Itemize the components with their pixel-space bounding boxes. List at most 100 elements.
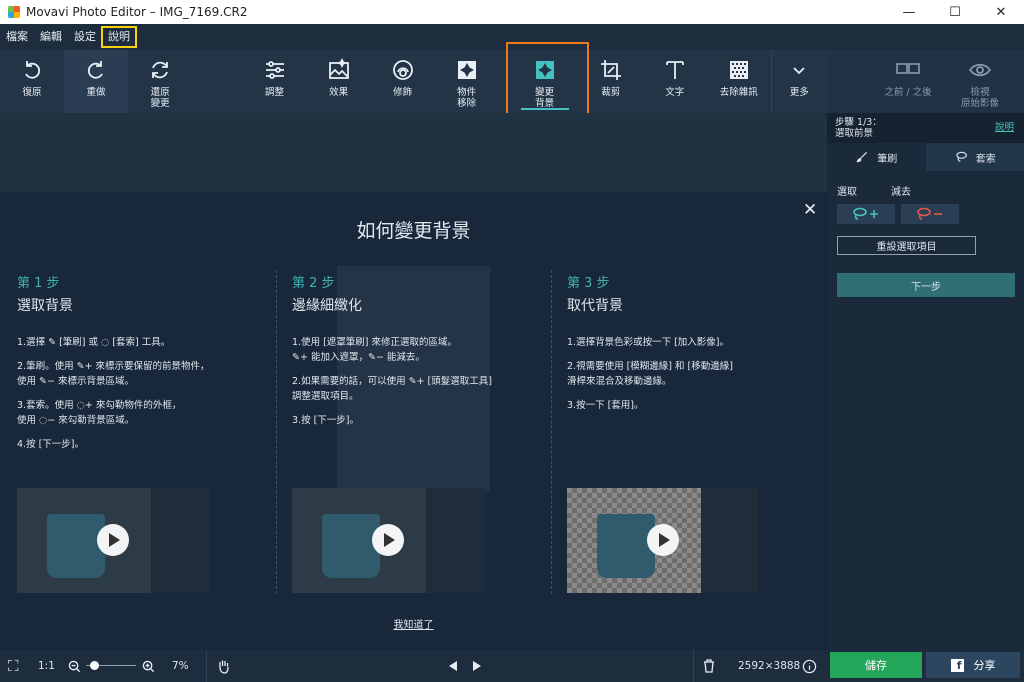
actual-size-button[interactable]: 1:1 bbox=[38, 650, 55, 682]
denoise-label: 去除雜訊 bbox=[719, 87, 758, 98]
noise-icon bbox=[729, 61, 748, 79]
help-link[interactable]: 說明 bbox=[995, 122, 1014, 133]
menu-file[interactable]: 檔案 bbox=[0, 27, 34, 47]
step-3-video-thumbnail[interactable] bbox=[567, 488, 759, 593]
tab-brush[interactable]: 筆刷 bbox=[827, 143, 926, 171]
image-canvas[interactable]: 如何變更背景 ✕ 第 1 步 選取背景 1.選擇 ✎ [筆刷] 或 ◌ [套索]… bbox=[0, 113, 827, 650]
denoise-button[interactable]: 去除雜訊 bbox=[707, 50, 771, 113]
maximize-button[interactable]: ☐ bbox=[932, 0, 978, 24]
step-2-item-2: 2.如果需要的話，可以使用 ✎+ [頭髮選取工具] 調整選取項目。 bbox=[292, 376, 492, 402]
separator bbox=[693, 650, 694, 682]
lasso-add-button[interactable] bbox=[837, 204, 895, 224]
close-howto-button[interactable]: ✕ bbox=[803, 200, 817, 220]
mug-image bbox=[322, 514, 380, 578]
menu-settings[interactable]: 設定 bbox=[68, 27, 102, 47]
mug-image bbox=[597, 514, 655, 578]
before-after-label: 之前 / 之後 bbox=[884, 87, 932, 98]
hand-tool-button[interactable] bbox=[217, 650, 231, 682]
retouch-button[interactable]: 修飾 bbox=[371, 50, 435, 113]
chevron-down-icon bbox=[793, 67, 806, 75]
step-2-number: 第 2 步 bbox=[292, 276, 335, 291]
column-divider bbox=[276, 270, 277, 594]
lasso-icon bbox=[956, 151, 967, 162]
next-image-button[interactable] bbox=[472, 650, 482, 682]
tab-lasso-label: 套索 bbox=[975, 153, 996, 165]
tool-tabs: 筆刷 套索 bbox=[827, 143, 1024, 171]
play-icon[interactable] bbox=[647, 524, 679, 556]
thumbnail-panel bbox=[151, 488, 209, 593]
zoom-slider[interactable] bbox=[86, 650, 136, 682]
crop-label: 裁剪 bbox=[601, 87, 621, 98]
menu-edit[interactable]: 編輯 bbox=[34, 27, 68, 47]
step-2-item-1: 1.使用 [遮罩筆刷] 來修正選取的區域。 ✎+ 能加入遮罩，✎− 能減去。 bbox=[292, 337, 458, 363]
main-toolbar: 復原 重做 還原 變更 調整 效果 修飾 物件 移除 變更 背景 裁剪 文字 去… bbox=[0, 50, 827, 113]
view-original-label: 檢視 原始影像 bbox=[960, 87, 999, 109]
column-divider bbox=[551, 270, 552, 594]
selection-mode-buttons bbox=[827, 198, 1024, 224]
adjust-button[interactable]: 調整 bbox=[243, 50, 307, 113]
thumbnail-panel bbox=[426, 488, 484, 593]
step-1-video-thumbnail[interactable] bbox=[17, 488, 209, 593]
restore-changes-button[interactable]: 還原 變更 bbox=[128, 50, 192, 113]
triangle-left-icon bbox=[449, 661, 457, 671]
redo-icon bbox=[87, 61, 103, 79]
redo-button[interactable]: 重做 bbox=[64, 50, 129, 113]
text-button[interactable]: 文字 bbox=[643, 50, 707, 113]
play-icon[interactable] bbox=[372, 524, 404, 556]
share-label: 分享 bbox=[973, 659, 996, 672]
zoom-slider-handle[interactable] bbox=[90, 661, 100, 670]
share-button[interactable]: f 分享 bbox=[926, 652, 1020, 678]
window-title: Movavi Photo Editor – IMG_7169.CR2 bbox=[26, 5, 248, 19]
zoom-out-button[interactable] bbox=[68, 650, 81, 682]
lasso-subtract-button[interactable] bbox=[901, 204, 959, 224]
play-icon[interactable] bbox=[97, 524, 129, 556]
step-1-item-4: 4.按 [下一步]。 bbox=[17, 439, 84, 450]
save-button[interactable]: 儲存 bbox=[830, 652, 922, 678]
view-controls: 之前 / 之後 檢視 原始影像 bbox=[827, 50, 1024, 113]
fit-screen-button[interactable]: ⛶ bbox=[8, 650, 19, 682]
step-1-item-1: 1.選擇 ✎ [筆刷] 或 ◌ [套索] 工具。 bbox=[17, 337, 171, 348]
eye-icon bbox=[968, 63, 992, 77]
image-info-button[interactable] bbox=[802, 650, 817, 682]
howto-overlay: 如何變更背景 ✕ 第 1 步 選取背景 1.選擇 ✎ [筆刷] 或 ◌ [套索]… bbox=[0, 192, 827, 650]
step-1-title: 選取背景 bbox=[17, 298, 73, 314]
refresh-icon bbox=[152, 61, 168, 79]
next-step-button[interactable]: 下一步 bbox=[837, 273, 1015, 297]
effects-button[interactable]: 效果 bbox=[307, 50, 371, 113]
previous-image-button[interactable] bbox=[448, 650, 458, 682]
text-icon bbox=[665, 61, 684, 79]
retouch-label: 修飾 bbox=[393, 87, 413, 98]
before-after-button[interactable]: 之前 / 之後 bbox=[876, 50, 940, 113]
zoom-in-button[interactable] bbox=[142, 650, 155, 682]
undo-icon bbox=[25, 61, 41, 79]
close-window-button[interactable]: ✕ bbox=[978, 0, 1024, 24]
app-logo-icon bbox=[8, 6, 20, 18]
step-1-column: 第 1 步 選取背景 1.選擇 ✎ [筆刷] 或 ◌ [套索] 工具。 2.筆刷… bbox=[17, 272, 267, 461]
howto-title: 如何變更背景 bbox=[356, 220, 471, 242]
mug-image bbox=[47, 514, 105, 578]
step-counter: 步驟 1/3： bbox=[835, 117, 882, 128]
title-bar: Movavi Photo Editor – IMG_7169.CR2 — ☐ ✕ bbox=[0, 0, 1024, 24]
effects-image-icon bbox=[328, 58, 349, 79]
step-1-item-3: 3.套索。使用 ◌+ 來勾勒物件的外框， 使用 ◌− 來勾勒背景區域。 bbox=[17, 400, 182, 426]
minimize-button[interactable]: — bbox=[886, 0, 932, 24]
tab-lasso[interactable]: 套索 bbox=[925, 143, 1024, 171]
menu-help[interactable]: 說明 bbox=[101, 26, 137, 48]
before-after-icon bbox=[896, 63, 920, 74]
step-2-video-thumbnail[interactable] bbox=[292, 488, 484, 593]
undo-button[interactable]: 復原 bbox=[0, 50, 64, 113]
view-original-button[interactable]: 檢視 原始影像 bbox=[948, 50, 1012, 113]
delete-button[interactable] bbox=[703, 650, 715, 682]
got-it-link[interactable]: 我知道了 bbox=[0, 616, 827, 631]
object-removal-label: 物件 移除 bbox=[457, 87, 477, 109]
object-removal-button[interactable]: 物件 移除 bbox=[435, 50, 499, 113]
zoom-in-icon bbox=[142, 660, 155, 672]
triangle-right-icon bbox=[473, 661, 481, 671]
more-button[interactable]: 更多 bbox=[770, 50, 827, 113]
tab-brush-label: 筆刷 bbox=[877, 153, 898, 165]
crop-icon bbox=[600, 60, 621, 80]
step-name: 選取前景 bbox=[835, 128, 874, 139]
step-1-number: 第 1 步 bbox=[17, 276, 60, 291]
step-3-number: 第 3 步 bbox=[567, 276, 610, 291]
reset-selection-button[interactable]: 重設選取項目 bbox=[837, 236, 976, 255]
